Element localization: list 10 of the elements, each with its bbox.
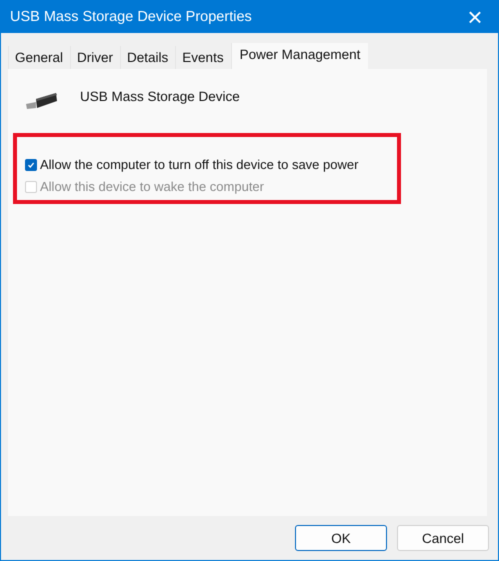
close-button[interactable]: × [452, 1, 498, 33]
checkbox[interactable] [25, 158, 37, 170]
cancel-button[interactable]: Cancel [397, 525, 489, 551]
device-name: USB Mass Storage Device [80, 88, 240, 104]
ok-button[interactable]: OK [295, 525, 387, 551]
window-title: USB Mass Storage Device Properties [10, 9, 252, 25]
tab[interactable]: Power Management [230, 43, 368, 69]
checkbox-label: Allow this device to wake the computer [40, 179, 264, 194]
check-icon [27, 160, 35, 168]
checkbox-label: Allow the computer to turn off this device to save power [40, 157, 358, 172]
